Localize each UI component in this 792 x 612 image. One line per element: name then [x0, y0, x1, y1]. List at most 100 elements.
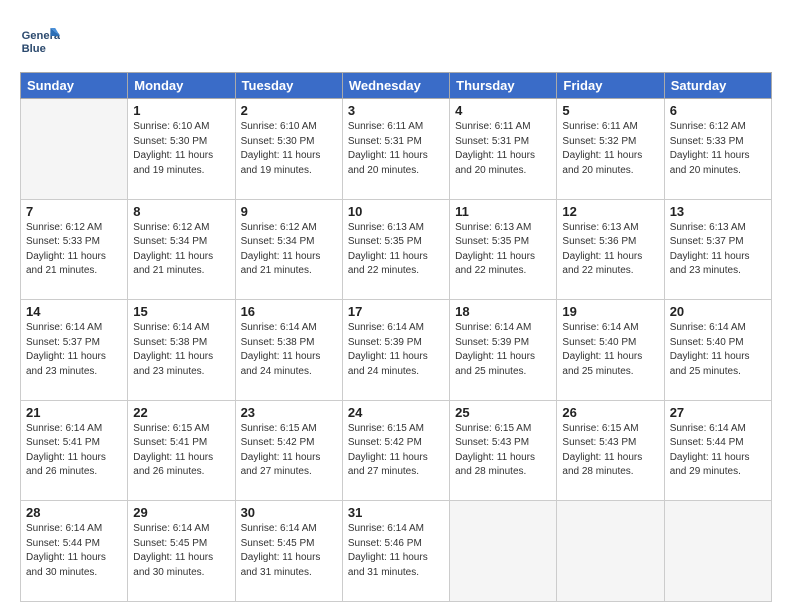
day-cell [21, 99, 128, 200]
day-number: 24 [348, 405, 444, 420]
day-cell: 12 Sunrise: 6:13 AMSunset: 5:36 PMDayligh… [557, 199, 664, 300]
day-info: Sunrise: 6:13 AMSunset: 5:37 PMDaylight:… [670, 221, 766, 279]
day-info: Sunrise: 6:11 AMSunset: 5:31 PMDaylight:… [455, 120, 551, 178]
day-number: 22 [133, 405, 229, 420]
day-number: 20 [670, 304, 766, 319]
day-number: 18 [455, 304, 551, 319]
day-info: Sunrise: 6:15 AMSunset: 5:43 PMDaylight:… [562, 422, 658, 480]
day-cell: 7 Sunrise: 6:12 AMSunset: 5:33 PMDaylight… [21, 199, 128, 300]
day-cell: 3 Sunrise: 6:11 AMSunset: 5:31 PMDaylight… [342, 99, 449, 200]
day-cell: 22 Sunrise: 6:15 AMSunset: 5:41 PMDayligh… [128, 400, 235, 501]
logo-icon: General Blue [20, 20, 60, 60]
column-header-tuesday: Tuesday [235, 73, 342, 99]
day-info: Sunrise: 6:12 AMSunset: 5:33 PMDaylight:… [26, 221, 122, 279]
day-cell [664, 501, 771, 602]
day-info: Sunrise: 6:13 AMSunset: 5:35 PMDaylight:… [455, 221, 551, 279]
day-cell: 9 Sunrise: 6:12 AMSunset: 5:34 PMDaylight… [235, 199, 342, 300]
day-number: 30 [241, 505, 337, 520]
day-cell [450, 501, 557, 602]
day-info: Sunrise: 6:15 AMSunset: 5:43 PMDaylight:… [455, 422, 551, 480]
day-info: Sunrise: 6:14 AMSunset: 5:37 PMDaylight:… [26, 321, 122, 379]
day-info: Sunrise: 6:11 AMSunset: 5:32 PMDaylight:… [562, 120, 658, 178]
day-info: Sunrise: 6:10 AMSunset: 5:30 PMDaylight:… [241, 120, 337, 178]
week-row-0: 1 Sunrise: 6:10 AMSunset: 5:30 PMDaylight… [21, 99, 772, 200]
day-cell: 11Sunrise: 6:13 AMSunset: 5:35 PMDayligh… [450, 199, 557, 300]
day-number: 2 [241, 103, 337, 118]
day-cell: 14 Sunrise: 6:14 AMSunset: 5:37 PMDayligh… [21, 300, 128, 401]
week-row-2: 14 Sunrise: 6:14 AMSunset: 5:37 PMDayligh… [21, 300, 772, 401]
day-number: 5 [562, 103, 658, 118]
day-number: 19 [562, 304, 658, 319]
day-info: Sunrise: 6:14 AMSunset: 5:41 PMDaylight:… [26, 422, 122, 480]
day-info: Sunrise: 6:13 AMSunset: 5:35 PMDaylight:… [348, 221, 444, 279]
day-cell: 18 Sunrise: 6:14 AMSunset: 5:39 PMDayligh… [450, 300, 557, 401]
day-number: 28 [26, 505, 122, 520]
day-info: Sunrise: 6:11 AMSunset: 5:31 PMDaylight:… [348, 120, 444, 178]
day-info: Sunrise: 6:14 AMSunset: 5:39 PMDaylight:… [455, 321, 551, 379]
day-cell: 28 Sunrise: 6:14 AMSunset: 5:44 PMDayligh… [21, 501, 128, 602]
day-cell: 4 Sunrise: 6:11 AMSunset: 5:31 PMDaylight… [450, 99, 557, 200]
day-cell: 1 Sunrise: 6:10 AMSunset: 5:30 PMDaylight… [128, 99, 235, 200]
day-cell: 15 Sunrise: 6:14 AMSunset: 5:38 PMDayligh… [128, 300, 235, 401]
week-row-1: 7 Sunrise: 6:12 AMSunset: 5:33 PMDaylight… [21, 199, 772, 300]
week-row-3: 21 Sunrise: 6:14 AMSunset: 5:41 PMDayligh… [21, 400, 772, 501]
day-number: 15 [133, 304, 229, 319]
day-info: Sunrise: 6:15 AMSunset: 5:42 PMDaylight:… [348, 422, 444, 480]
day-cell: 31 Sunrise: 6:14 AMSunset: 5:46 PMDayligh… [342, 501, 449, 602]
day-number: 27 [670, 405, 766, 420]
day-cell: 5 Sunrise: 6:11 AMSunset: 5:32 PMDaylight… [557, 99, 664, 200]
column-header-saturday: Saturday [664, 73, 771, 99]
day-info: Sunrise: 6:14 AMSunset: 5:46 PMDaylight:… [348, 522, 444, 580]
day-number: 23 [241, 405, 337, 420]
day-info: Sunrise: 6:14 AMSunset: 5:44 PMDaylight:… [670, 422, 766, 480]
day-number: 16 [241, 304, 337, 319]
day-info: Sunrise: 6:14 AMSunset: 5:38 PMDaylight:… [241, 321, 337, 379]
day-number: 7 [26, 204, 122, 219]
day-cell: 30 Sunrise: 6:14 AMSunset: 5:45 PMDayligh… [235, 501, 342, 602]
day-info: Sunrise: 6:10 AMSunset: 5:30 PMDaylight:… [133, 120, 229, 178]
column-header-sunday: Sunday [21, 73, 128, 99]
day-cell: 2 Sunrise: 6:10 AMSunset: 5:30 PMDaylight… [235, 99, 342, 200]
day-cell: 25 Sunrise: 6:15 AMSunset: 5:43 PMDayligh… [450, 400, 557, 501]
day-number: 29 [133, 505, 229, 520]
day-info: Sunrise: 6:14 AMSunset: 5:40 PMDaylight:… [670, 321, 766, 379]
day-info: Sunrise: 6:12 AMSunset: 5:33 PMDaylight:… [670, 120, 766, 178]
day-number: 31 [348, 505, 444, 520]
page: General Blue SundayMondayTuesdayWednesda… [0, 0, 792, 612]
day-cell: 19Sunrise: 6:14 AMSunset: 5:40 PMDayligh… [557, 300, 664, 401]
day-number: 9 [241, 204, 337, 219]
day-info: Sunrise: 6:12 AMSunset: 5:34 PMDaylight:… [241, 221, 337, 279]
day-info: Sunrise: 6:14 AMSunset: 5:45 PMDaylight:… [241, 522, 337, 580]
day-cell: 10 Sunrise: 6:13 AMSunset: 5:35 PMDayligh… [342, 199, 449, 300]
day-number: 10 [348, 204, 444, 219]
day-cell: 21 Sunrise: 6:14 AMSunset: 5:41 PMDayligh… [21, 400, 128, 501]
day-cell: 27 Sunrise: 6:14 AMSunset: 5:44 PMDayligh… [664, 400, 771, 501]
day-number: 8 [133, 204, 229, 219]
column-header-wednesday: Wednesday [342, 73, 449, 99]
day-number: 4 [455, 103, 551, 118]
day-number: 3 [348, 103, 444, 118]
day-cell: 6Sunrise: 6:12 AMSunset: 5:33 PMDaylight… [664, 99, 771, 200]
logo: General Blue [20, 20, 64, 60]
calendar-table: SundayMondayTuesdayWednesdayThursdayFrid… [20, 72, 772, 602]
day-number: 25 [455, 405, 551, 420]
day-number: 1 [133, 103, 229, 118]
day-info: Sunrise: 6:15 AMSunset: 5:41 PMDaylight:… [133, 422, 229, 480]
day-cell: 26 Sunrise: 6:15 AMSunset: 5:43 PMDayligh… [557, 400, 664, 501]
day-info: Sunrise: 6:14 AMSunset: 5:44 PMDaylight:… [26, 522, 122, 580]
day-number: 12 [562, 204, 658, 219]
svg-text:Blue: Blue [22, 43, 46, 55]
day-number: 21 [26, 405, 122, 420]
day-number: 14 [26, 304, 122, 319]
day-info: Sunrise: 6:15 AMSunset: 5:42 PMDaylight:… [241, 422, 337, 480]
day-number: 13 [670, 204, 766, 219]
day-info: Sunrise: 6:14 AMSunset: 5:45 PMDaylight:… [133, 522, 229, 580]
day-number: 26 [562, 405, 658, 420]
day-cell: 20 Sunrise: 6:14 AMSunset: 5:40 PMDayligh… [664, 300, 771, 401]
column-header-thursday: Thursday [450, 73, 557, 99]
day-info: Sunrise: 6:14 AMSunset: 5:38 PMDaylight:… [133, 321, 229, 379]
day-info: Sunrise: 6:12 AMSunset: 5:34 PMDaylight:… [133, 221, 229, 279]
day-cell [557, 501, 664, 602]
day-info: Sunrise: 6:13 AMSunset: 5:36 PMDaylight:… [562, 221, 658, 279]
column-header-friday: Friday [557, 73, 664, 99]
